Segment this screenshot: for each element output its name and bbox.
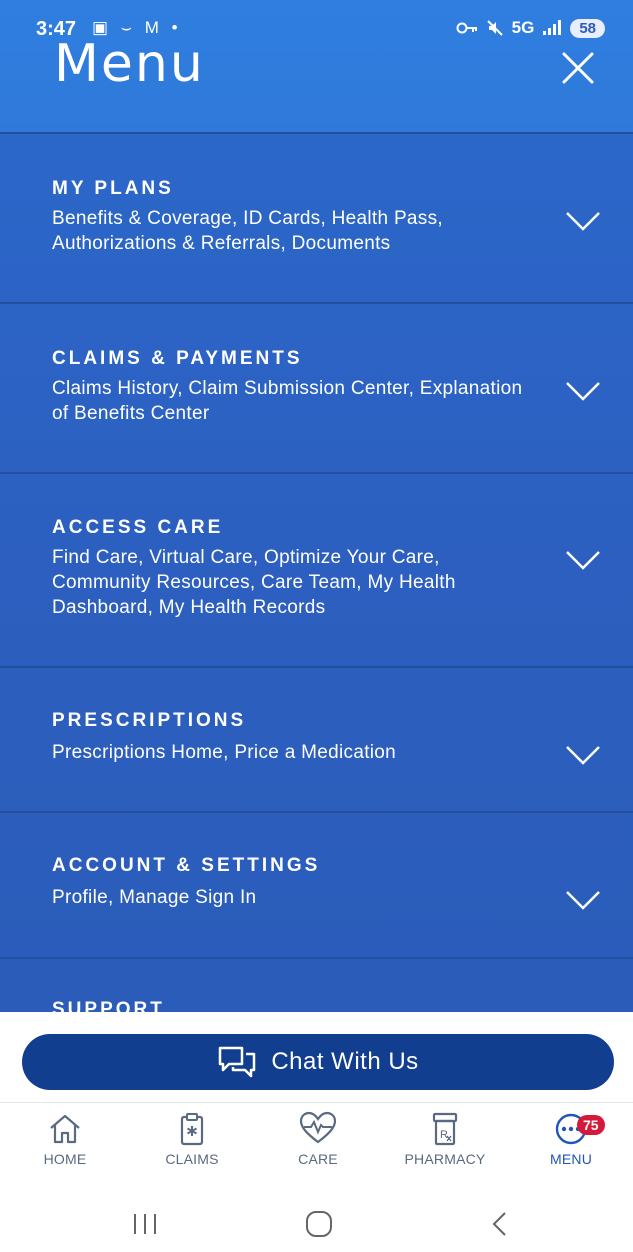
section-prescriptions[interactable]: PRESCRIPTIONS Prescriptions Home, Price … — [0, 666, 633, 813]
chevron-down-icon[interactable] — [565, 549, 601, 571]
tab-label: PHARMACY — [404, 1151, 486, 1167]
mute-icon — [486, 20, 503, 36]
clipboard-icon — [180, 1113, 204, 1146]
signal-icon — [543, 20, 562, 35]
network-type: 5G — [511, 18, 535, 37]
pill-bottle-icon: R — [432, 1112, 458, 1146]
home-button-icon[interactable] — [304, 1210, 334, 1238]
section-description: Profile, Manage Sign In — [52, 887, 257, 908]
tab-home[interactable]: HOME — [15, 1111, 115, 1181]
home-icon — [50, 1114, 80, 1144]
chevron-down-icon[interactable] — [565, 380, 601, 402]
section-title: CLAIMS & PAYMENTS — [52, 348, 303, 369]
page-title: Menu — [54, 34, 205, 94]
back-icon[interactable] — [486, 1210, 516, 1238]
recent-apps-icon[interactable] — [130, 1210, 160, 1238]
section-title: ACCESS CARE — [52, 517, 224, 538]
bottom-tab-bar: HOME CLAIMS CARE R PHARMACY 75 MENU — [0, 1102, 633, 1185]
chat-with-us-button[interactable]: Chat With Us — [22, 1034, 614, 1090]
tab-label: MENU — [549, 1151, 593, 1167]
status-right: 5G 58 — [456, 18, 605, 38]
section-description: Benefits & Coverage, ID Cards, Health Pa… — [52, 208, 443, 254]
menu-header: 3:47 ▣ ⌣ M • 5G 58 Menu — [0, 0, 633, 132]
section-title: SUPPORT — [52, 999, 165, 1012]
section-title: PRESCRIPTIONS — [52, 710, 247, 731]
key-icon — [456, 22, 477, 34]
system-navigation-bar — [0, 1196, 633, 1252]
tab-label: CLAIMS — [165, 1151, 219, 1167]
chevron-down-icon[interactable] — [565, 889, 601, 911]
section-account-settings[interactable]: ACCOUNT & SETTINGS Profile, Manage Sign … — [0, 811, 633, 959]
section-my-plans[interactable]: MY PLANS Benefits & Coverage, ID Cards, … — [0, 132, 633, 304]
menu-sections: MY PLANS Benefits & Coverage, ID Cards, … — [0, 132, 633, 1012]
section-access-care[interactable]: ACCESS CARE Find Care, Virtual Care, Opt… — [0, 472, 633, 668]
tab-pharmacy[interactable]: R PHARMACY — [395, 1111, 495, 1181]
tab-care[interactable]: CARE — [268, 1111, 368, 1181]
close-icon[interactable] — [560, 50, 596, 86]
tab-label: HOME — [43, 1151, 87, 1167]
section-description: Claims History, Claim Submission Center,… — [52, 378, 523, 424]
chevron-down-icon[interactable] — [565, 744, 601, 766]
section-description: Find Care, Virtual Care, Optimize Your C… — [52, 547, 456, 618]
tab-claims[interactable]: CLAIMS — [142, 1111, 242, 1181]
chat-label: Chat With Us — [271, 1048, 419, 1075]
svg-text:R: R — [440, 1129, 448, 1141]
chat-bubbles-icon — [219, 1046, 256, 1078]
section-title: MY PLANS — [52, 178, 174, 199]
chevron-down-icon[interactable] — [565, 210, 601, 232]
tab-label: CARE — [298, 1151, 338, 1167]
section-support[interactable]: SUPPORT — [0, 957, 633, 1012]
section-description: Prescriptions Home, Price a Medication — [52, 742, 397, 763]
notification-badge: 75 — [577, 1115, 605, 1135]
battery-level: 58 — [570, 18, 605, 38]
tab-menu[interactable]: 75 MENU — [521, 1111, 621, 1181]
chat-area: Chat With Us — [0, 1012, 633, 1102]
section-claims-payments[interactable]: CLAIMS & PAYMENTS Claims History, Claim … — [0, 302, 633, 474]
heart-pulse-icon — [299, 1111, 337, 1144]
section-title: ACCOUNT & SETTINGS — [52, 855, 321, 876]
